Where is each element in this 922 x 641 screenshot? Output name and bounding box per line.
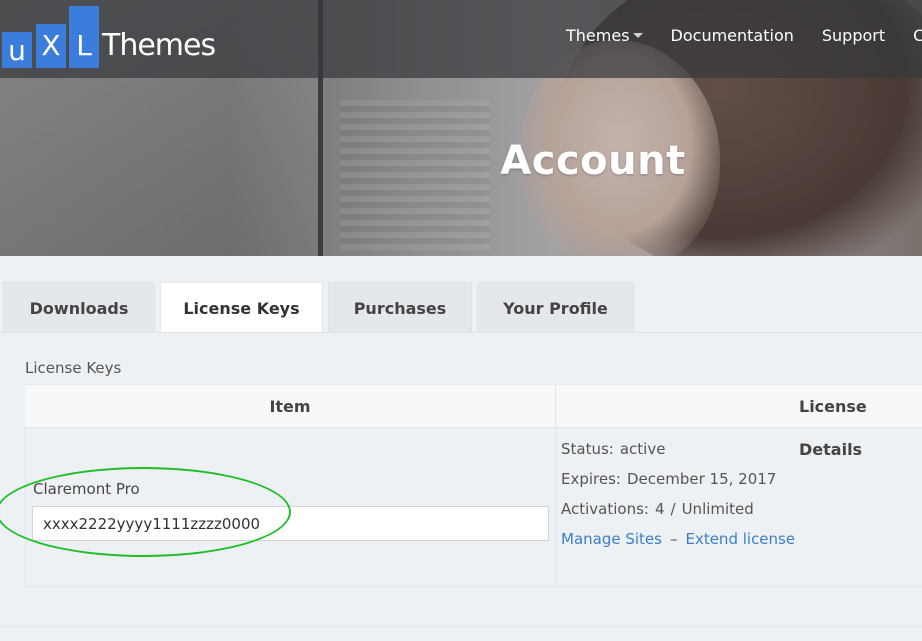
page-title: Account [500,138,686,184]
section-heading: License Keys [25,359,122,377]
column-divider [555,385,556,428]
license-table-header: Item License Details [25,384,922,459]
column-header-license-details: License Details [799,397,867,459]
license-details: Status: active Expires: December 15, 2017 … [561,436,795,556]
license-key-field[interactable] [32,506,549,541]
logo-block-u: u [2,32,32,68]
tab-license-keys[interactable]: License Keys [160,282,323,333]
extend-license-link[interactable]: Extend license [685,530,795,548]
activations-line: Activations: 4 / Unlimited [561,496,795,526]
tabs-divider [0,332,922,333]
activations-used: 4 [654,500,665,518]
logo-block-l: L [69,6,99,68]
manage-sites-link[interactable]: Manage Sites [561,530,662,548]
status-label: Status: [561,440,614,458]
logo-block-x: X [36,24,66,68]
item-name: Claremont Pro [33,480,140,498]
nav-themes-label: Themes [566,26,630,45]
link-separator: – [669,530,678,548]
nav-support[interactable]: Support [822,26,885,45]
tab-purchases[interactable]: Purchases [328,282,472,332]
nav-themes[interactable]: Themes [566,26,643,45]
main-nav: Themes Documentation Support Co [566,26,922,45]
tab-your-profile[interactable]: Your Profile [477,282,634,332]
nav-documentation[interactable]: Documentation [671,26,794,45]
nav-contact[interactable]: Co [913,26,922,45]
chevron-down-icon [632,33,643,38]
content-bottom-divider [0,626,922,627]
activations-label: Activations: [561,500,649,518]
expires-label: Expires: [561,470,621,488]
column-divider [556,428,557,586]
activations-limit: Unlimited [681,500,754,518]
logo-wordmark: Themes [102,28,216,63]
status-line: Status: active [561,436,795,466]
tab-downloads[interactable]: Downloads [3,282,155,332]
expires-value: December 15, 2017 [626,470,777,488]
table-row: Claremont Pro Status: active Expires: Dece… [0,427,922,587]
activations-separator: / [670,500,676,518]
column-header-item: Item [269,397,311,416]
expires-line: Expires: December 15, 2017 [561,466,795,496]
license-actions: Manage Sites – Extend license [561,526,795,556]
account-tabs: Downloads License Keys Purchases Your Pr… [0,282,922,333]
top-navbar: u X L Themes Themes Documentation Suppor… [0,0,922,78]
status-value: active [619,440,666,458]
